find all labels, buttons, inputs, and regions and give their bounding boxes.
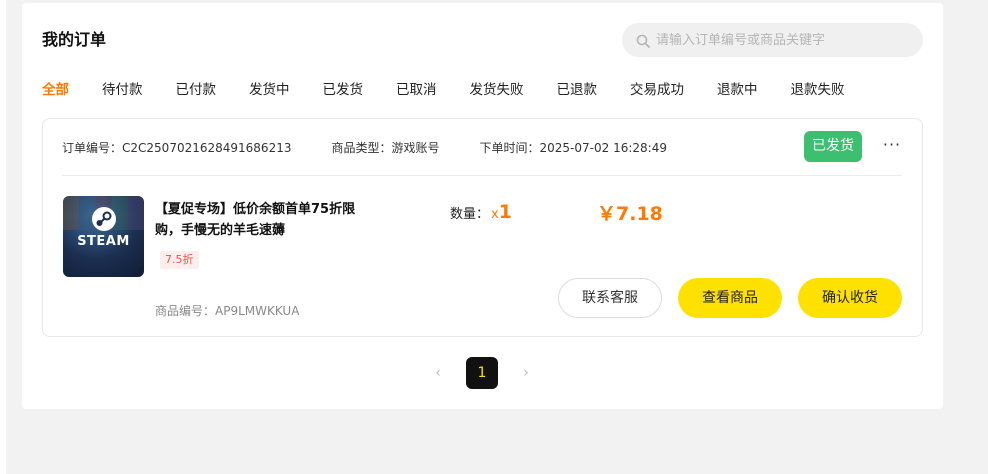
page-title: 我的订单 [42,30,107,49]
orders-panel: 我的订单 全部 待付款 已付款 发货中 已发货 已取消 发货失败 已退款 交易成… [22,3,943,409]
product-code: 商品编号：AP9LMWKKUA [155,302,299,319]
contact-support-button[interactable]: 联系客服 [558,278,662,318]
product-title[interactable]: 【夏促专场】低价余额首单75折限购，手慢无的羊毛速薅 [155,199,380,241]
steam-logo-icon [92,207,116,231]
tab-shipping-failed[interactable]: 发货失败 [470,80,524,100]
tab-completed[interactable]: 交易成功 [630,80,684,100]
order-number: C2C2507021628491686213 [122,141,292,155]
quantity-value: 1 [498,201,512,223]
order-header: 订单编号： C2C2507021628491686213 商品类型： 游戏账号 … [62,141,667,155]
more-icon[interactable]: ··· [881,137,903,157]
tab-paid[interactable]: 已付款 [176,80,217,100]
product-type: 游戏账号 [391,141,440,155]
order-number-label: 订单编号： [62,141,123,155]
order-status-tabs: 全部 待付款 已付款 发货中 已发货 已取消 发货失败 已退款 交易成功 退款中… [42,80,845,100]
search-icon [636,33,650,48]
tab-cancelled[interactable]: 已取消 [396,80,437,100]
order-time: 2025-07-02 16:28:49 [539,141,667,155]
quantity: 数量： x 1 [450,201,512,223]
tab-refunded[interactable]: 已退款 [557,80,598,100]
discount-tag: 7.5折 [160,251,199,269]
product-code-label: 商品编号： [155,304,216,318]
quantity-multiplier: x [491,207,499,222]
product-thumbnail[interactable]: STEAM [63,196,144,277]
tab-all[interactable]: 全部 [42,80,69,100]
tab-pending-payment[interactable]: 待付款 [102,80,143,100]
view-product-button[interactable]: 查看商品 [678,278,782,318]
next-page-icon[interactable]: › [510,365,542,381]
price: ￥7.18 [597,203,663,225]
order-card: 订单编号： C2C2507021628491686213 商品类型： 游戏账号 … [42,118,923,337]
search-box[interactable] [622,23,923,57]
pagination: ‹ 1 › [422,357,542,389]
search-input[interactable] [656,32,906,48]
product-type-label: 商品类型： [331,141,392,155]
page-number-current[interactable]: 1 [466,357,498,389]
tab-refunding[interactable]: 退款中 [717,80,758,100]
divider [62,175,902,176]
order-time-label: 下单时间： [479,141,540,155]
product-code-value: AP9LMWKKUA [215,304,300,318]
status-badge: 已发货 [804,131,862,162]
thumbnail-text: STEAM [77,234,130,249]
prev-page-icon[interactable]: ‹ [422,365,454,381]
confirm-receipt-button[interactable]: 确认收货 [798,278,902,318]
tab-refund-failed[interactable]: 退款失败 [791,80,845,100]
tab-shipped[interactable]: 已发货 [323,80,364,100]
quantity-label: 数量： [450,207,490,222]
tab-shipping[interactable]: 发货中 [249,80,290,100]
